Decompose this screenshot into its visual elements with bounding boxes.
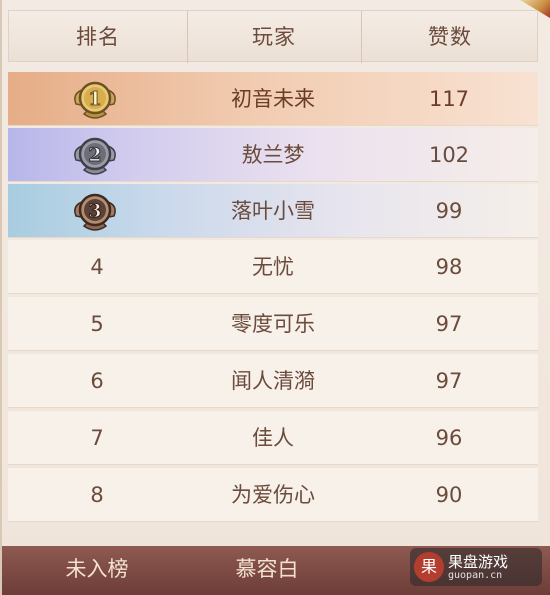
table-row[interactable]: 2 敖兰梦 102 [8, 128, 538, 182]
header-rank: 排名 [76, 25, 120, 49]
like-count: 117 [428, 87, 470, 111]
like-count: 102 [428, 143, 470, 167]
gold-medal-icon: 1 [74, 81, 116, 119]
bronze-medal-icon: 3 [74, 193, 116, 231]
rank-number: 6 [90, 369, 104, 393]
guopan-logo-icon: 果 [414, 552, 444, 582]
medal-number: 2 [88, 144, 101, 166]
player-name: 敖兰梦 [241, 143, 305, 167]
table-row[interactable]: 8 为爱伤心 90 [8, 468, 538, 522]
player-name: 初音未来 [231, 87, 315, 111]
like-count: 97 [435, 369, 463, 393]
silver-medal-icon: 2 [74, 137, 116, 175]
table-row[interactable]: 4 无忧 98 [8, 240, 538, 294]
medal-number: 3 [88, 200, 101, 222]
like-count: 97 [435, 312, 463, 336]
self-player-name: 慕容白 [235, 557, 299, 581]
table-header: 排名 玩家 赞数 [8, 10, 538, 63]
header-likes: 赞数 [428, 25, 472, 49]
medal-number: 1 [88, 88, 101, 110]
table-row[interactable]: 7 佳人 96 [8, 411, 538, 465]
player-name: 佳人 [252, 426, 294, 450]
like-count: 98 [435, 255, 463, 279]
rank-number: 8 [90, 483, 104, 507]
table-row[interactable]: 3 落叶小雪 99 [8, 184, 538, 238]
rank-number: 5 [90, 312, 104, 336]
leaderboard-panel: 排名 玩家 赞数 1 初音未来 117 2 敖兰梦 102 3 落叶小雪 99 … [0, 0, 550, 595]
table-row[interactable]: 6 闻人清漪 97 [8, 354, 538, 408]
player-name: 零度可乐 [231, 312, 315, 336]
player-name: 闻人清漪 [231, 369, 315, 393]
watermark-name: 果盘游戏 [448, 553, 509, 571]
table-row[interactable]: 5 零度可乐 97 [8, 297, 538, 351]
player-name: 无忧 [252, 255, 294, 279]
like-count: 90 [435, 483, 463, 507]
like-count: 96 [435, 426, 463, 450]
table-row[interactable]: 1 初音未来 117 [8, 72, 538, 126]
watermark-url: guopan.cn [448, 570, 503, 581]
watermark: 果 果盘游戏 guopan.cn [410, 548, 542, 586]
rank-number: 4 [90, 255, 104, 279]
rank-number: 7 [90, 426, 104, 450]
like-count: 99 [435, 199, 463, 223]
player-name: 落叶小雪 [231, 199, 315, 223]
header-player: 玩家 [252, 25, 296, 49]
self-rank-status: 未入榜 [65, 557, 129, 581]
player-name: 为爱伤心 [231, 483, 315, 507]
